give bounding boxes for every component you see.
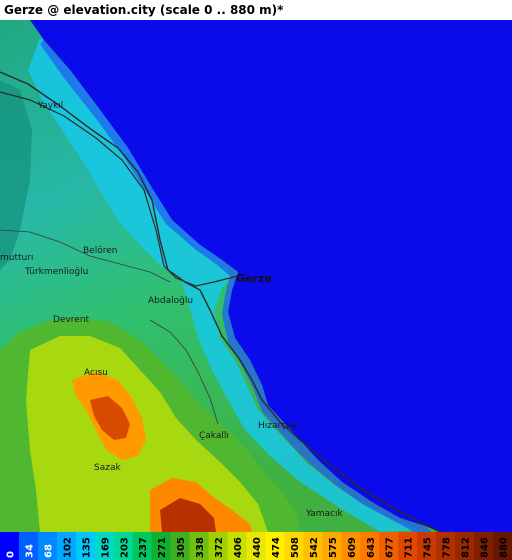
place-label: Devrent — [53, 315, 90, 325]
place-label: Çakallı — [199, 431, 229, 441]
legend-tick-label: 575 — [328, 537, 339, 558]
legend-tick-label: 474 — [271, 537, 282, 558]
legend-tick-label: 880 — [499, 537, 510, 558]
place-label: Acısu — [84, 368, 108, 378]
legend-tick-label: 305 — [176, 537, 187, 558]
place-label: Yaykıl — [37, 101, 63, 111]
legend-tick-label: 508 — [290, 537, 301, 558]
place-label: Türkmenlioğlu — [24, 267, 88, 277]
legend-tick-label: 812 — [461, 537, 472, 558]
legend-tick-label: 203 — [119, 537, 130, 558]
legend-tick-label: 102 — [62, 537, 73, 558]
legend-tick-label: 609 — [347, 537, 358, 558]
place-label: Abdaloğlu — [148, 296, 193, 306]
place-label: Belören — [83, 246, 117, 256]
legend-tick-label: 711 — [404, 537, 415, 558]
map-title: Gerze @ elevation.city (scale 0 .. 880 m… — [4, 3, 284, 17]
elevation-legend: 0 34 68 102 135 169 203 237 271 305 338 372 406 440 47… — [0, 532, 512, 560]
legend-tick-label: 778 — [442, 537, 453, 558]
legend-tick-label: 169 — [100, 537, 111, 558]
legend-tick-label: 406 — [233, 537, 244, 558]
legend-tick-label: 745 — [423, 537, 434, 558]
place-label: mutturı — [0, 253, 33, 263]
legend-tick-label: 677 — [385, 537, 396, 558]
legend-tick-label: 542 — [309, 537, 320, 558]
legend-tick-label: 372 — [214, 537, 225, 558]
place-label: Gerze — [236, 272, 272, 285]
legend-tick-label: 643 — [366, 537, 377, 558]
legend-tick-label: 135 — [81, 537, 92, 558]
place-label: Sazak — [94, 463, 121, 473]
legend-tick-label: 271 — [157, 537, 168, 558]
legend-tick-label: 68 — [43, 544, 54, 558]
legend-tick-label: 338 — [195, 537, 206, 558]
legend-tick-label: 237 — [138, 537, 149, 558]
elevation-map[interactable]: Yaykıl Belören mutturı Türkmenlioğlu Ger… — [0, 20, 512, 532]
legend-tick-label: 34 — [24, 544, 35, 558]
legend-tick-label: 846 — [480, 537, 491, 558]
place-label: Yamacık — [305, 509, 344, 519]
place-label: Hızarçayı — [258, 421, 299, 431]
legend-tick-label: 0 — [5, 551, 16, 558]
legend-tick-label: 440 — [252, 537, 263, 558]
